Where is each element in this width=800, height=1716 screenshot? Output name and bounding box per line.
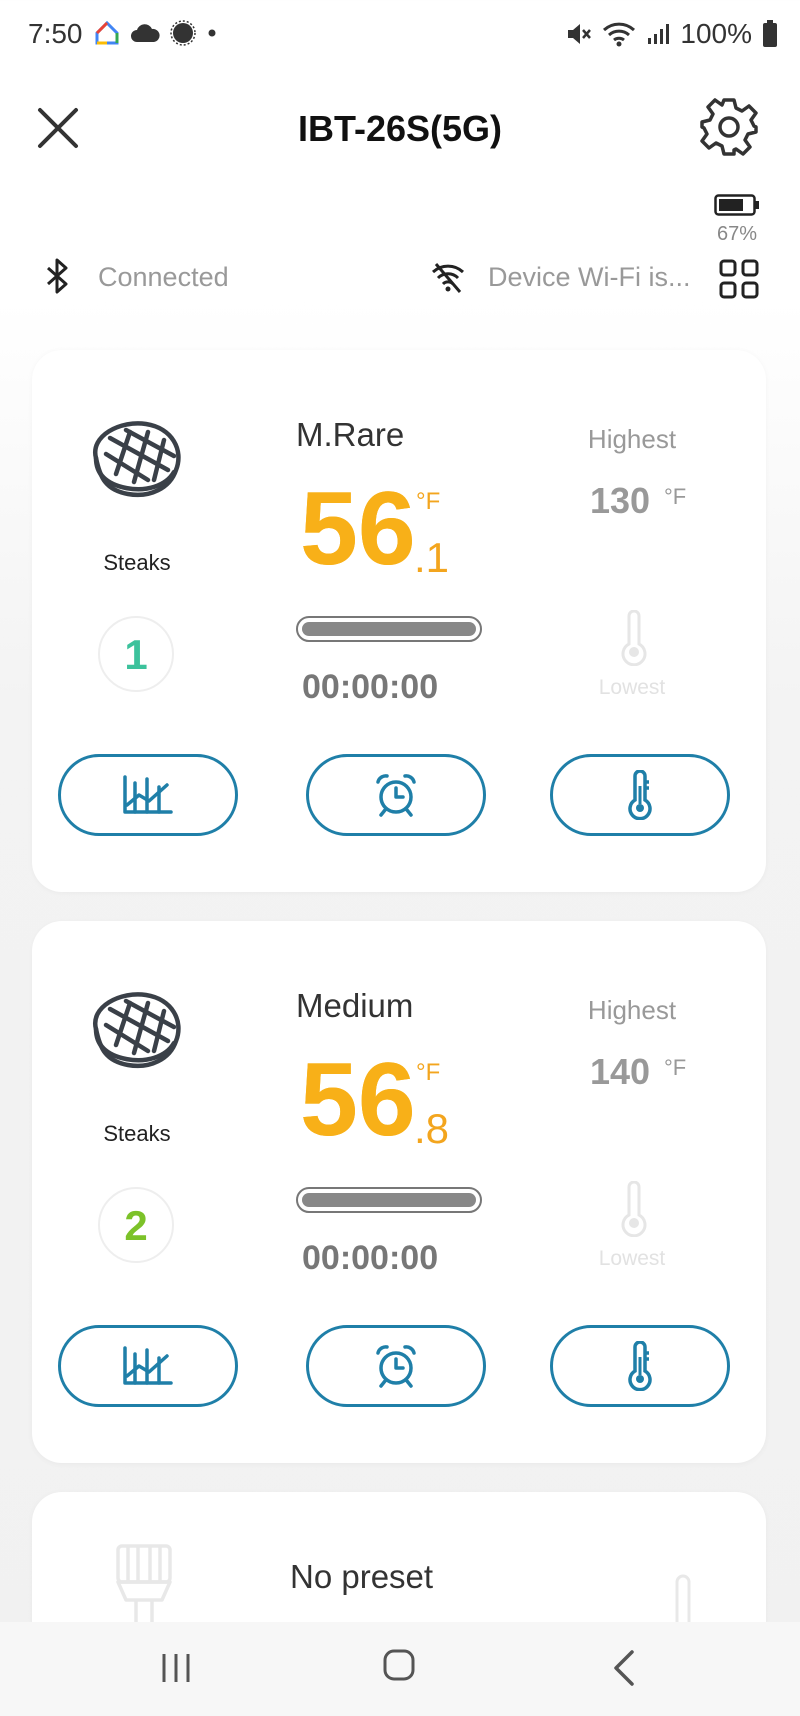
- alarm-button[interactable]: [306, 1325, 486, 1407]
- highest-label: Highest: [587, 995, 677, 1025]
- highest-label: Highest: [587, 424, 677, 454]
- device-battery-icon: [714, 194, 759, 216]
- wifi-status: Device Wi-Fi is...: [488, 262, 691, 292]
- home-icon[interactable]: [382, 1646, 416, 1684]
- timer-display: 00:00:00: [302, 1239, 439, 1277]
- dot-icon: [208, 29, 216, 37]
- highest-unit: °F: [664, 484, 687, 509]
- temperature-alert-button[interactable]: [550, 754, 730, 836]
- mute-icon: [568, 24, 592, 44]
- status-battery-percent: 100%: [680, 18, 752, 49]
- gear-icon[interactable]: [696, 94, 762, 160]
- cell-signal-icon: [648, 24, 670, 44]
- meat-type-label: Steaks: [103, 1121, 171, 1146]
- probe-number: 1: [98, 616, 174, 692]
- recent-apps-icon[interactable]: [158, 1650, 194, 1686]
- cook-progress-fill: [302, 1193, 476, 1207]
- temperature-alert-button[interactable]: [550, 1325, 730, 1407]
- device-battery: 67%: [712, 194, 762, 246]
- steak-icon: [93, 992, 181, 1069]
- chart-icon: [123, 775, 173, 814]
- thermometer-icon: [621, 1181, 647, 1237]
- temperature-unit: °F: [416, 488, 441, 515]
- status-system-icons: 100%: [564, 18, 778, 50]
- cook-progress-bar: [296, 616, 482, 642]
- highest-value: 130: [590, 480, 651, 521]
- connection-row: Connected Device Wi-Fi is...: [0, 252, 800, 302]
- status-notification-icons: [94, 20, 218, 46]
- highest-value: 140: [590, 1051, 651, 1092]
- messenger-icon: [170, 20, 196, 46]
- temperature-decimal: .1: [414, 534, 450, 581]
- alarm-clock-icon: [376, 1345, 416, 1388]
- graph-button[interactable]: [58, 754, 238, 836]
- temperature-unit: °F: [416, 1059, 441, 1086]
- probe-card-2[interactable]: Steaks 2 Medium 56 °F .8 00:00:00 Highes…: [32, 921, 766, 1463]
- bluetooth-icon: [47, 258, 68, 294]
- timer-display: 00:00:00: [302, 668, 439, 706]
- thermometer-icon: [628, 770, 652, 820]
- home-app-icon: [95, 20, 119, 45]
- highest-unit: °F: [664, 1055, 687, 1080]
- cook-progress-bar: [296, 1187, 482, 1213]
- probe-number: 2: [98, 1187, 174, 1263]
- temperature-integer: 56: [300, 1042, 416, 1158]
- doneness-label: Medium: [296, 987, 414, 1024]
- grid-icon[interactable]: [718, 258, 760, 300]
- steak-icon: [93, 421, 181, 498]
- wifi-off-icon: [431, 263, 465, 293]
- current-temperature: 56 °F .1: [300, 474, 500, 584]
- thermometer-icon: [621, 610, 647, 666]
- battery-icon: [763, 20, 777, 47]
- alarm-clock-icon: [376, 774, 416, 817]
- lowest-label: Lowest: [598, 676, 666, 699]
- app-header: IBT-26S(5G): [0, 84, 800, 174]
- status-time: 7:50: [28, 18, 83, 49]
- system-nav-bar: [0, 1622, 800, 1716]
- brush-icon: [116, 1544, 172, 1630]
- cook-progress-fill: [302, 622, 476, 636]
- thermometer-icon: [628, 1341, 652, 1391]
- device-battery-percent: 67%: [716, 223, 758, 245]
- temperature-integer: 56: [300, 471, 416, 587]
- current-temperature: 56 °F .8: [300, 1045, 500, 1155]
- bluetooth-status: Connected: [98, 262, 229, 292]
- status-bar: 7:50 100%: [0, 0, 800, 72]
- wifi-signal-icon: [603, 22, 636, 47]
- page-title: IBT-26S(5G): [297, 108, 503, 149]
- graph-button[interactable]: [58, 1325, 238, 1407]
- probe-card-1[interactable]: Steaks 1 M.Rare 56 °F .1 00:00:00 Highes…: [32, 350, 766, 892]
- meat-type-label: Steaks: [103, 550, 171, 575]
- cloud-icon: [131, 24, 160, 42]
- back-icon[interactable]: [610, 1648, 638, 1688]
- lowest-label: Lowest: [598, 1247, 666, 1270]
- doneness-label: M.Rare: [296, 416, 405, 453]
- alarm-button[interactable]: [306, 754, 486, 836]
- chart-icon: [123, 1346, 173, 1385]
- no-preset-label: No preset: [290, 1558, 434, 1595]
- temperature-decimal: .8: [414, 1105, 450, 1152]
